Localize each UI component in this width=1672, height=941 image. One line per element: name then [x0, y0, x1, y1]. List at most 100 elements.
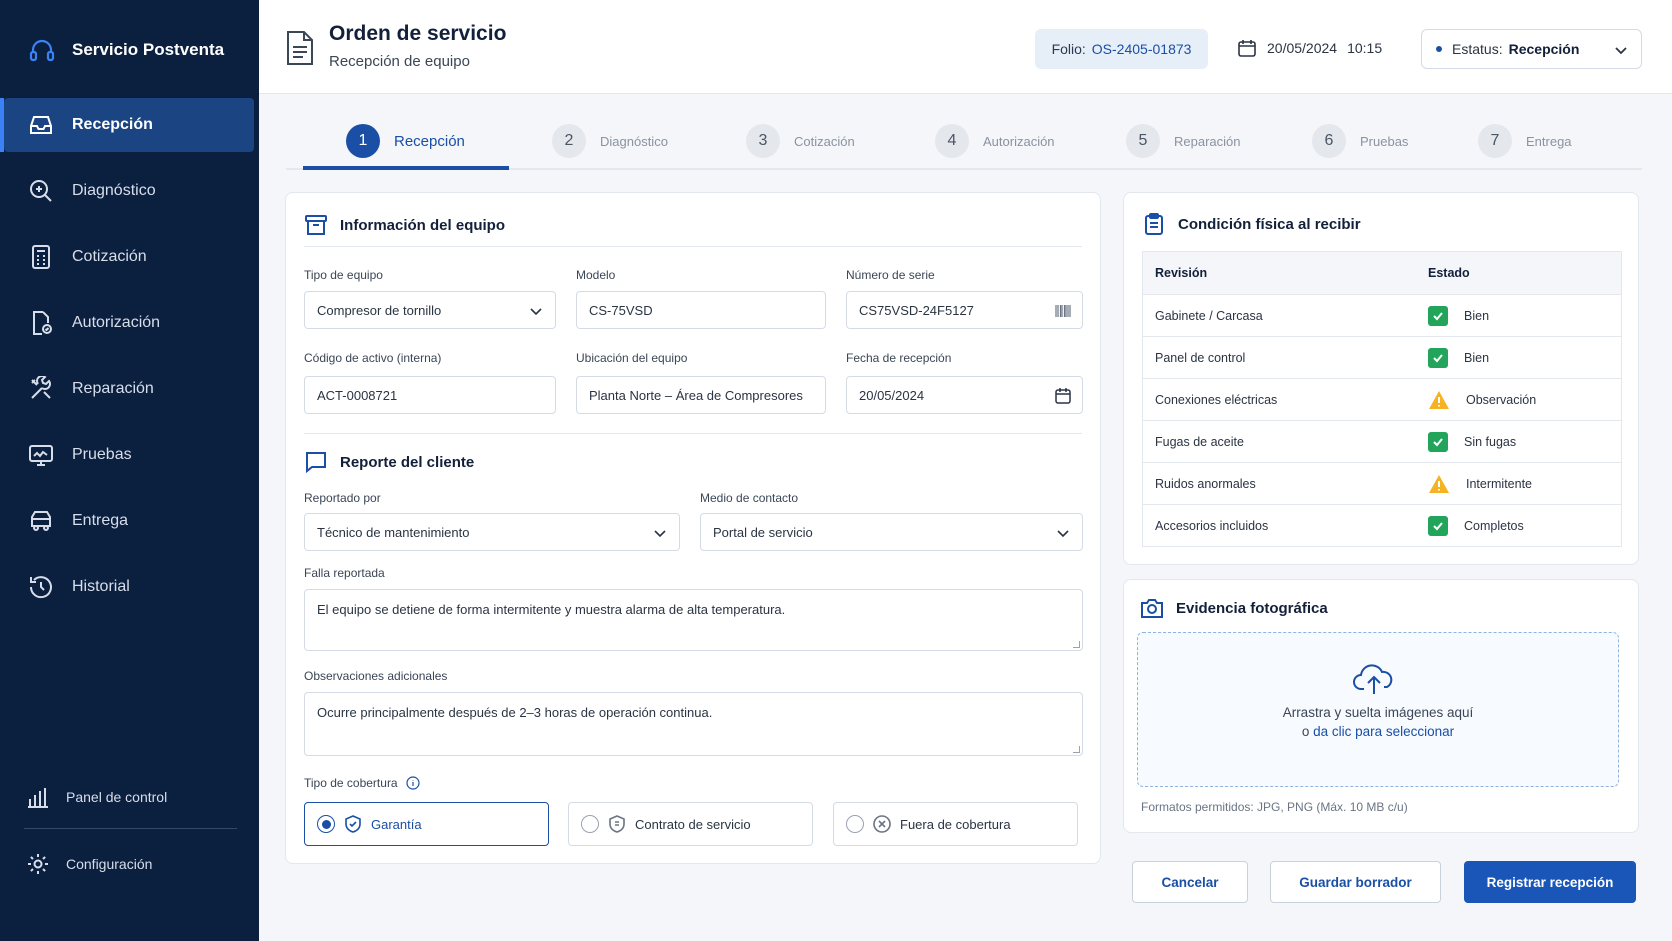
table-header: Revisión Estado — [1143, 252, 1621, 294]
tools-icon — [31, 376, 51, 399]
sidebar-item-recepcion[interactable]: Recepción — [0, 98, 254, 152]
numero-serie-input[interactable]: CS75VSD-24F5127 — [846, 291, 1083, 329]
gear-icon — [28, 854, 48, 874]
cancel-button[interactable]: Cancelar — [1132, 861, 1248, 903]
step-pruebas[interactable]: 6 Pruebas — [1312, 124, 1408, 158]
sidebar-item-configuracion[interactable]: Configuración — [0, 837, 259, 891]
monitor-test-icon — [29, 445, 53, 466]
radio-selected[interactable] — [317, 815, 335, 833]
sidebar: Servicio Postventa Recepción Diagnóstico… — [0, 0, 259, 941]
x-circle-icon — [873, 815, 891, 833]
sidebar-item-cotizacion[interactable]: Cotización — [4, 230, 254, 284]
active-step-underline — [303, 166, 509, 170]
history-icon — [29, 576, 52, 599]
cloud-upload-icon — [1353, 664, 1393, 694]
stepper: 1 Recepción 2 Diagnóstico 3 Cotización 4… — [286, 116, 1642, 170]
warning-icon — [1429, 390, 1449, 409]
chevron-down-icon — [530, 308, 542, 316]
table-row: Accesorios incluidos Completos — [1143, 504, 1621, 546]
cobertura-garantia[interactable]: Garantía — [304, 802, 549, 846]
shield-doc-icon — [609, 815, 625, 833]
reportado-por-label: Reportado por — [304, 491, 381, 505]
document-icon — [287, 31, 313, 65]
dropzone-text: Arrastra y suelta imágenes aquí — [1282, 705, 1474, 720]
step-diagnostico[interactable]: 2 Diagnóstico — [552, 124, 668, 158]
modelo-input[interactable]: CS-75VSD — [576, 291, 826, 329]
sidebar-item-panel-de-control[interactable]: Panel de control — [0, 770, 259, 824]
reportado-por-select[interactable]: Técnico de mantenimiento — [304, 513, 680, 551]
table-row: Fugas de aceite Sin fugas — [1143, 420, 1621, 462]
check-icon — [1428, 515, 1448, 536]
sidebar-item-historial[interactable]: Historial — [4, 560, 254, 614]
step-autorizacion[interactable]: 4 Autorización — [935, 124, 1055, 158]
falla-reportada-textarea[interactable]: El equipo se detiene de forma intermiten… — [304, 589, 1083, 651]
reporte-section-title: Reporte del cliente — [304, 450, 474, 474]
bar-chart-icon — [28, 788, 48, 808]
calendar-icon[interactable] — [1054, 387, 1072, 405]
fecha-recepcion-input[interactable]: 20/05/2024 — [846, 376, 1083, 414]
clipboard-icon — [1145, 213, 1163, 235]
codigo-activo-input[interactable]: ACT-0008721 — [304, 376, 556, 414]
status-dropdown[interactable]: Estatus: Recepción — [1421, 29, 1642, 69]
ubicacion-input[interactable]: Planta Norte – Área de Compresores — [576, 376, 826, 414]
tipo-equipo-label: Tipo de equipo — [304, 268, 383, 282]
inbox-icon — [30, 116, 52, 134]
table-row: Panel de control Bien — [1143, 336, 1621, 378]
chevron-down-icon — [1615, 47, 1627, 55]
cobertura-contrato[interactable]: Contrato de servicio — [568, 802, 813, 846]
sidebar-item-autorizacion[interactable]: Autorización — [4, 296, 254, 350]
headset-icon — [29, 39, 55, 62]
magnifier-icon — [30, 180, 52, 202]
step-entrega[interactable]: 7 Entrega — [1478, 124, 1572, 158]
truck-icon — [31, 511, 51, 531]
medio-contacto-select[interactable]: Portal de servicio — [700, 513, 1083, 551]
table-row: Ruidos anormales Intermitente — [1143, 462, 1621, 504]
radio-unselected[interactable] — [846, 815, 864, 833]
shield-check-icon — [345, 815, 361, 833]
chevron-down-icon — [654, 530, 666, 538]
cobertura-fuera[interactable]: Fuera de cobertura — [833, 802, 1078, 846]
step-reparacion[interactable]: 5 Reparación — [1126, 124, 1241, 158]
dropzone-subtext: o da clic para seleccionar — [1301, 724, 1455, 739]
register-reception-button[interactable]: Registrar recepción — [1464, 861, 1636, 903]
radio-unselected[interactable] — [581, 815, 599, 833]
section-divider — [304, 246, 1082, 247]
sidebar-nav: Recepción Diagnóstico Cotización Autoriz… — [0, 98, 259, 626]
header-time: 10:15 — [1347, 40, 1383, 56]
info-icon[interactable] — [406, 776, 420, 790]
step-recepcion[interactable]: 1 Recepción — [346, 124, 465, 158]
table-row: Gabinete / Carcasa Bien — [1143, 294, 1621, 336]
header-date: 20/05/2024 — [1267, 40, 1338, 56]
tipo-equipo-select[interactable]: Compresor de tornillo — [304, 291, 556, 329]
step-cotizacion[interactable]: 3 Cotización — [746, 124, 855, 158]
observaciones-textarea[interactable]: Ocurre principalmente después de 2–3 hor… — [304, 692, 1083, 756]
status-dot — [1436, 46, 1442, 52]
sidebar-item-pruebas[interactable]: Pruebas — [4, 428, 254, 482]
tipo-cobertura-label: Tipo de cobertura — [304, 776, 420, 790]
photo-dropzone[interactable]: Arrastra y suelta imágenes aquí o da cli… — [1137, 632, 1619, 787]
select-files-link[interactable]: da clic para seleccionar — [1313, 724, 1454, 739]
barcode-icon[interactable] — [1054, 302, 1072, 320]
archive-box-icon — [305, 215, 327, 235]
sidebar-item-reparacion[interactable]: Reparación — [4, 362, 254, 416]
page-title: Orden de servicio — [329, 22, 507, 45]
falla-reportada-label: Falla reportada — [304, 566, 385, 580]
chevron-down-icon — [1057, 530, 1069, 538]
check-icon — [1428, 347, 1448, 368]
evidencia-section-title: Evidencia fotográfica — [1140, 596, 1328, 620]
condicion-section-title: Condición física al recibir — [1142, 212, 1361, 236]
sidebar-item-diagnostico[interactable]: Diagnóstico — [4, 164, 254, 218]
save-draft-button[interactable]: Guardar borrador — [1270, 861, 1441, 903]
check-icon — [1428, 431, 1448, 452]
codigo-activo-label: Código de activo (interna) — [304, 351, 442, 365]
observaciones-label: Observaciones adicionales — [304, 669, 448, 683]
folio-badge: Folio: OS-2405-01873 — [1035, 29, 1208, 69]
formats-hint: Formatos permitidos: JPG, PNG (Máx. 10 M… — [1141, 800, 1408, 814]
page-subtitle: Recepción de equipo — [329, 53, 470, 70]
folio-value: OS-2405-01873 — [1091, 41, 1192, 57]
ubicacion-label: Ubicación del equipo — [576, 351, 688, 365]
brand[interactable]: Servicio Postventa — [28, 36, 224, 64]
sidebar-item-entrega[interactable]: Entrega — [4, 494, 254, 548]
status-value: Recepción — [1508, 41, 1580, 57]
condicion-table: Revisión Estado Gabinete / Carcasa Bien … — [1142, 251, 1622, 547]
